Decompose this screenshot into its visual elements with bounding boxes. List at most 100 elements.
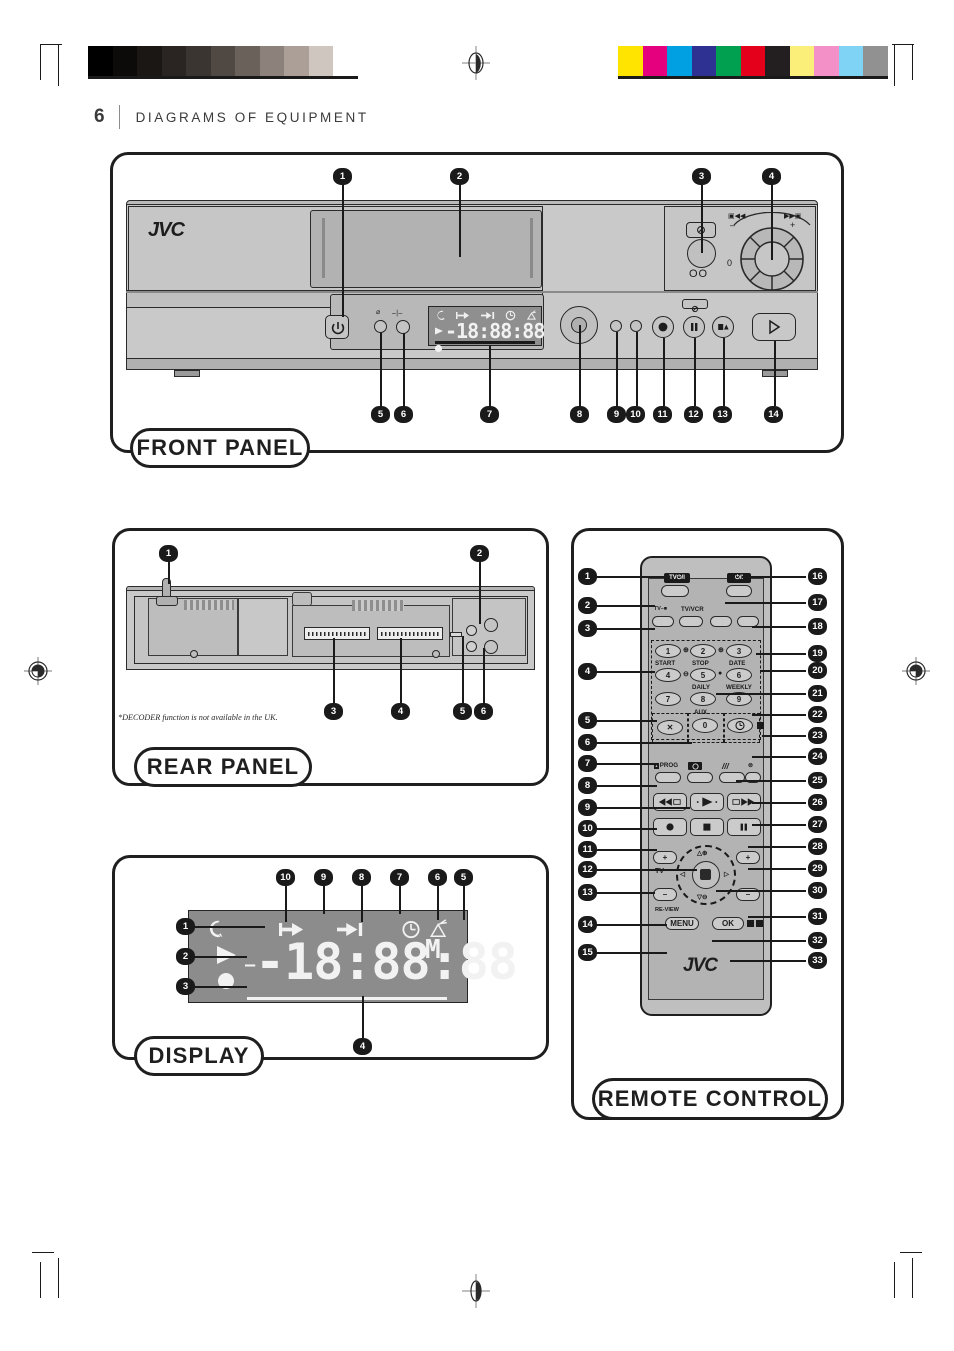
grayscale-swatch <box>161 46 186 76</box>
callout-remote-24: 24 <box>808 748 827 765</box>
callout-remote-22: 22 <box>808 706 827 723</box>
crop-mark <box>32 1252 54 1254</box>
cancel-button[interactable]: ✕ <box>657 720 683 735</box>
front-cassette-flap <box>310 210 542 288</box>
channel-select-button[interactable] <box>396 320 410 334</box>
color-swatch <box>740 46 765 76</box>
callout-remote-17: 17 <box>808 594 827 611</box>
callout-remote-21: 21 <box>808 685 827 702</box>
leader-line <box>716 693 806 695</box>
key-3[interactable]: 3 <box>726 644 752 658</box>
keypad-plus-marker: ⊕ <box>718 647 724 654</box>
timer-button[interactable] <box>727 718 753 733</box>
stop-eject-button[interactable] <box>712 316 734 338</box>
leader-line <box>597 628 655 630</box>
callout-remote-18: 18 <box>808 618 827 635</box>
key-4[interactable]: 4 <box>655 668 681 682</box>
stop-small-icon <box>757 722 764 729</box>
record-button-remote[interactable] <box>653 818 687 836</box>
vcr-power-button[interactable] <box>726 585 752 597</box>
zero-label: 0 <box>727 258 733 268</box>
leader-line <box>597 849 657 851</box>
key-2[interactable]: 2 <box>690 644 716 658</box>
leader-line <box>716 890 806 892</box>
display-value-underline <box>247 997 447 1000</box>
callout-front-13: 13 <box>713 406 732 423</box>
aerial-out-socket[interactable] <box>484 640 498 654</box>
leader-line <box>597 785 657 787</box>
prog-button[interactable] <box>655 772 681 783</box>
key-8[interactable]: 8 <box>690 692 716 706</box>
page-number: 6 <box>94 106 105 127</box>
leader-line <box>597 952 667 954</box>
key-date-label: DATE <box>729 660 746 667</box>
leader-line <box>752 824 806 826</box>
review-label: RE-VIEW <box>655 907 679 913</box>
stop-button-remote[interactable] <box>690 818 724 836</box>
leader-line <box>479 562 481 624</box>
ok-button[interactable]: OK <box>712 917 744 930</box>
key-7[interactable]: 7 <box>655 692 681 706</box>
power-button[interactable] <box>325 315 349 339</box>
leader-line <box>380 333 382 406</box>
pause-icon <box>691 323 698 331</box>
play-button[interactable] <box>752 313 796 341</box>
remote-panel-label: REMOTE CONTROL <box>592 1078 828 1120</box>
pause-button-remote[interactable] <box>727 818 761 836</box>
crop-mark <box>900 1252 922 1254</box>
callout-front-3: 3 <box>692 168 711 185</box>
key-1[interactable]: 1 <box>655 644 681 658</box>
rear-panel-label: REAR PANEL <box>134 747 312 787</box>
play-button-remote[interactable] <box>690 793 724 811</box>
callout-display-9: 9 <box>314 869 333 886</box>
tv-power-button[interactable] <box>661 585 689 597</box>
tv-volume-down-button[interactable]: – <box>653 888 677 901</box>
page-header: 6 DIAGRAMS OF EQUIPMENT <box>94 104 369 130</box>
tv-input-button[interactable] <box>652 616 674 627</box>
display-segment-value: -18:88:88 <box>255 933 518 991</box>
rear-panel-label-text: REAR PANEL <box>146 754 300 779</box>
record-button[interactable] <box>652 316 674 338</box>
callout-display-5: 5 <box>454 869 473 886</box>
vcr-power-label-badge: ⏻/I <box>727 573 751 583</box>
prog-label-group: 1 PROG <box>654 762 678 769</box>
tv-vcr-button[interactable] <box>679 616 703 627</box>
record-icon <box>434 344 443 353</box>
color-swatch <box>642 46 667 76</box>
rear-screw-left <box>190 650 198 658</box>
rca-jack-upper[interactable] <box>466 625 477 636</box>
color-swatch <box>863 46 888 76</box>
crop-mark <box>912 1258 914 1298</box>
scart-connector-in <box>304 627 370 640</box>
remote-timer-prog-button[interactable] <box>687 772 713 783</box>
key-5[interactable]: 5 <box>690 668 716 682</box>
crop-mark <box>40 1262 42 1298</box>
rca-jack-lower[interactable] <box>466 641 477 652</box>
remote-button-17[interactable] <box>710 616 732 627</box>
channel-up-button[interactable]: + <box>736 851 760 864</box>
record-indicator-button[interactable] <box>374 320 387 333</box>
scart-pins <box>381 632 441 636</box>
remote-brand-logo: JVC <box>683 955 718 976</box>
leader-line <box>597 605 655 607</box>
registration-target-left <box>22 655 54 687</box>
key-0[interactable]: 0 <box>692 718 718 733</box>
pause-button[interactable] <box>683 316 705 338</box>
callout-remote-9: 9 <box>578 799 597 816</box>
decoder-footnote: *DECODER function is not available in th… <box>118 713 278 722</box>
callout-remote-4: 4 <box>578 663 597 680</box>
key-6[interactable]: 6 <box>726 668 752 682</box>
registration-target-top <box>462 46 490 80</box>
aerial-in-socket[interactable] <box>484 618 498 632</box>
leader-line <box>195 956 247 958</box>
crop-mark <box>912 44 914 80</box>
keypad-minus-marker: ⊖ <box>683 671 689 678</box>
nav-center-dot[interactable] <box>700 869 711 880</box>
leader-line <box>362 996 364 1038</box>
key-weekly-label: WEEKLY <box>726 684 752 691</box>
tv-volume-up-button[interactable]: + <box>653 851 677 864</box>
callout-remote-6: 6 <box>578 734 597 751</box>
menu-button[interactable]: MENU <box>665 917 699 930</box>
leader-line <box>285 886 287 922</box>
rear-aerial-block <box>292 592 312 606</box>
